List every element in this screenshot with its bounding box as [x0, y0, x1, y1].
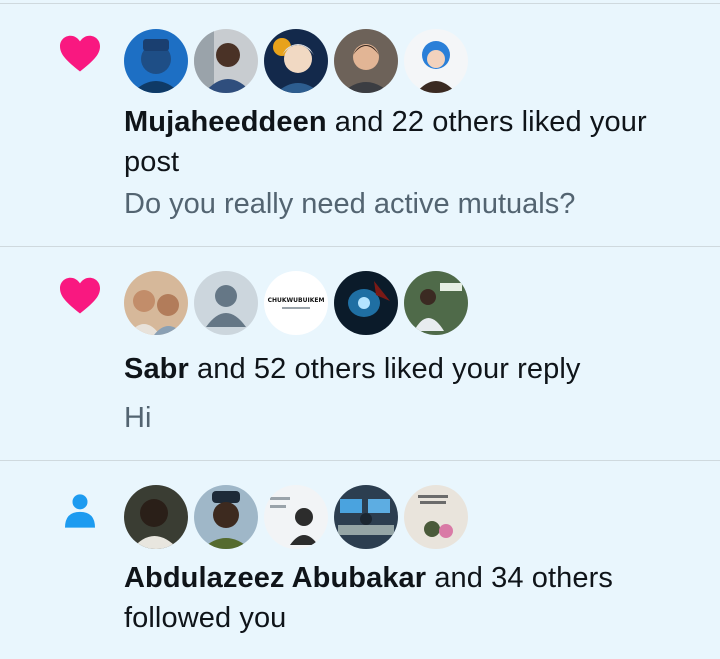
avatar[interactable] [194, 271, 258, 335]
avatar-stack: CHUKWUBUIKEM [124, 271, 468, 335]
notification-text: Mujaheeddeen and 22 others liked your po… [124, 102, 694, 182]
avatar[interactable] [124, 271, 188, 335]
avatar[interactable] [334, 29, 398, 93]
avatar-stack [124, 485, 468, 549]
avatar[interactable] [194, 29, 258, 93]
actor-name[interactable]: Sabr [124, 353, 189, 385]
reply-snippet: Hi [124, 402, 152, 434]
notifications-feed: Mujaheeddeen and 22 others liked your po… [0, 0, 720, 659]
avatar[interactable] [404, 271, 468, 335]
notification-like-post[interactable]: Mujaheeddeen and 22 others liked your po… [0, 0, 720, 246]
avatar[interactable] [264, 29, 328, 93]
avatar-stack [124, 29, 468, 93]
avatar[interactable] [404, 29, 468, 93]
actor-name[interactable]: Mujaheeddeen [124, 106, 327, 138]
heart-icon [58, 273, 102, 317]
post-snippet: Do you really need active mutuals? [124, 188, 576, 220]
avatar[interactable] [334, 485, 398, 549]
person-icon [58, 489, 102, 533]
avatar[interactable] [264, 485, 328, 549]
avatar[interactable] [124, 29, 188, 93]
actor-name[interactable]: Abdulazeez Abubakar [124, 562, 426, 594]
notification-follow[interactable]: Abdulazeez Abubakar and 34 others follow… [0, 461, 720, 659]
notification-text: Sabr and 52 others liked your reply [124, 349, 694, 389]
avatar-badge-text: CHUKWUBUIKEM [267, 297, 325, 304]
avatar[interactable] [334, 271, 398, 335]
heart-icon [58, 31, 102, 75]
notification-text: Abdulazeez Abubakar and 34 others follow… [124, 558, 694, 638]
avatar[interactable] [404, 485, 468, 549]
action-text: and 52 others liked your reply [188, 353, 581, 385]
avatar[interactable] [194, 485, 258, 549]
notification-like-reply[interactable]: CHUKWUBUIKEM Sabr and 52 others liked yo… [0, 247, 720, 460]
avatar[interactable] [124, 485, 188, 549]
avatar[interactable]: CHUKWUBUIKEM [264, 271, 328, 335]
